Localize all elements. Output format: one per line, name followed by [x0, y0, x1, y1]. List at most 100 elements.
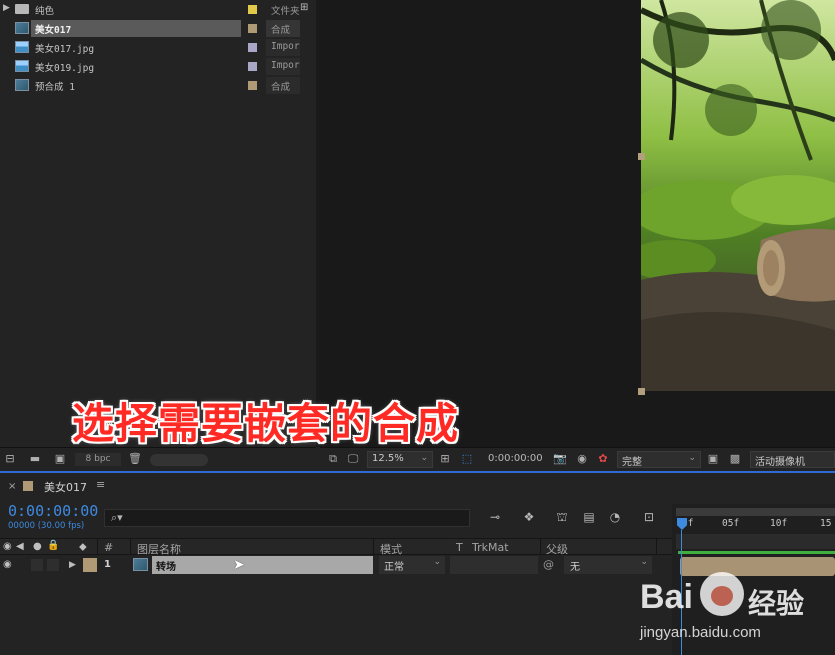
composition-icon [15, 79, 29, 91]
col-layer-name[interactable]: 图层名称 [137, 541, 181, 557]
solo-switch[interactable] [47, 559, 59, 571]
video-visibility-icon[interactable]: ◉ [3, 559, 12, 570]
grid-overlay-icon[interactable]: ▩ [728, 453, 742, 465]
project-item-type: 合成 [271, 25, 291, 36]
viewer-timecode[interactable]: 0:00:00:00 [488, 453, 543, 464]
label-swatch[interactable] [248, 24, 257, 33]
image-file-icon [15, 41, 29, 53]
layer-name[interactable]: 转场 [156, 558, 176, 573]
watermark-url: jingyan.baidu.com [640, 624, 761, 641]
col-parent[interactable]: 父级 [546, 541, 568, 557]
color-channels-icon[interactable]: ✿ [596, 453, 610, 465]
motion-blur-icon[interactable]: ◔ [606, 509, 624, 525]
transform-handle[interactable] [638, 153, 645, 160]
layer-number: 1 [104, 559, 111, 570]
project-item-type: Impor [271, 41, 300, 52]
project-toolbar: ⊟ ▬ ▣ 8 bpc 🗑 [0, 447, 316, 471]
col-trkmat[interactable]: TrkMat [472, 541, 509, 554]
mode-dropdown[interactable]: 正常 ⌄ [379, 556, 445, 574]
col-number[interactable]: # [104, 541, 113, 554]
project-item-comp[interactable]: 美女017 合成 [0, 19, 316, 38]
always-preview-icon[interactable]: ⧉ [326, 453, 340, 465]
eye-icon[interactable]: ◉ [3, 541, 12, 552]
layer-row[interactable]: ◉ ▶ 1 转场 ➤ 正常 ⌄ @ 无 ⌄ [0, 556, 672, 576]
interpret-footage-icon[interactable]: ⊟ [3, 453, 17, 465]
col-mode[interactable]: 模式 [380, 541, 402, 557]
trash-icon[interactable]: 🗑 [128, 453, 142, 465]
expand-triangle-icon[interactable]: ▶ [3, 3, 10, 13]
label-tag-icon[interactable]: ⬥ [79, 540, 87, 554]
layer-label-color[interactable] [83, 558, 97, 572]
show-channel-icon[interactable]: ◉ [575, 453, 589, 465]
current-time-display[interactable]: 0:00:00:00 [8, 502, 98, 520]
work-area-bar[interactable] [676, 508, 835, 516]
project-item-name: 纯色 [35, 6, 55, 17]
audio-icon[interactable]: ◀ [16, 541, 24, 552]
lock-icon[interactable]: 🔒 [47, 540, 59, 551]
transform-handle[interactable] [638, 388, 645, 395]
tab-menu-icon[interactable]: ≡ [96, 478, 105, 491]
frame-rate-label: 00000 (30.00 fps) [8, 521, 85, 531]
shy-layers-icon[interactable]: ⛫ [553, 509, 571, 525]
viewer-toolbar: ⧉ 🖵 12.5% ⌄ ⊞ ⬚ 0:00:00:00 📷 ◉ ✿ 完整 ⌄ ▣ ▩ … [320, 447, 835, 471]
layer-name-field[interactable] [152, 556, 373, 574]
folder-icon [15, 4, 29, 14]
layer-duration-top [678, 551, 835, 554]
monitor-icon[interactable]: 🖵 [346, 453, 360, 465]
baidu-paw-center [711, 586, 733, 606]
layer-search-input[interactable]: ⌕▾ [104, 509, 470, 527]
camera-dropdown[interactable]: 活动摄像机 [750, 451, 835, 468]
fast-preview-icon[interactable]: ▣ [706, 453, 720, 465]
audio-switch[interactable] [31, 559, 43, 571]
parent-dropdown[interactable]: 无 ⌄ [564, 556, 652, 574]
search-icon: ⌕▾ [111, 511, 123, 524]
frame-blending-icon[interactable]: ▤ [580, 509, 598, 525]
project-item-folder[interactable]: ▶ 纯色 文件夹 ⊞ [0, 0, 316, 19]
new-composition-icon[interactable]: ▣ [53, 453, 67, 465]
project-item-name: 美女017.jpg [35, 44, 95, 55]
bpc-button[interactable]: 8 bpc [75, 453, 121, 466]
ruler-tick: 15 [820, 518, 832, 529]
trkmat-dropdown[interactable] [450, 556, 538, 574]
camera-icon[interactable]: 📷 [553, 453, 567, 465]
transparency-grid-icon[interactable]: ⬚ [460, 453, 474, 465]
composition-layer-icon [133, 558, 148, 571]
expand-layer-icon[interactable]: ▶ [69, 560, 76, 570]
graph-editor-icon[interactable]: ⊡ [640, 509, 658, 525]
project-item-name: 美女017 [35, 25, 72, 36]
project-item-type: Impor [271, 60, 300, 71]
composition-flowchart-icon[interactable]: ⊸ [486, 509, 504, 525]
region-of-interest-icon[interactable]: ⊞ [438, 453, 452, 465]
watermark: Bai 经验 jingyan.baidu.com [640, 566, 835, 651]
resolution-dropdown[interactable]: 完整 ⌄ [617, 451, 701, 468]
solo-icon[interactable]: ● [33, 541, 42, 552]
label-swatch[interactable] [248, 62, 257, 71]
project-item-name: 美女019.jpg [35, 63, 95, 74]
draft-3d-icon[interactable]: ❖ [520, 509, 538, 525]
label-swatch[interactable] [248, 81, 257, 90]
comp-label-swatch [23, 481, 33, 491]
project-panel: ▶ 纯色 文件夹 ⊞ 美女017 合成 美女017.jpg Impor 美女01… [0, 0, 316, 447]
mouse-cursor-icon: ➤ [233, 557, 245, 573]
label-swatch[interactable] [248, 5, 257, 14]
baidu-brand-text: Bai [640, 578, 693, 616]
composition-image [641, 0, 835, 391]
project-item-comp[interactable]: 预合成 1 合成 [0, 76, 316, 95]
annotation-text: 选择需要嵌套的合成 [72, 399, 460, 448]
project-item-image[interactable]: 美女019.jpg Impor [0, 57, 316, 76]
ruler-tick: 05f [722, 518, 740, 529]
pick-whip-icon[interactable]: @ [543, 558, 554, 571]
project-item-type: 文件夹 [271, 6, 300, 17]
tab-comp[interactable]: 美女017 [44, 479, 87, 495]
new-folder-icon[interactable]: ▬ [28, 453, 42, 465]
project-item-type: 合成 [271, 82, 291, 93]
close-tab-icon[interactable]: × [8, 481, 16, 492]
col-t[interactable]: T [456, 541, 463, 554]
ruler-tick: 10f [770, 518, 788, 529]
zoom-dropdown[interactable]: 12.5% ⌄ [367, 451, 433, 468]
label-swatch[interactable] [248, 43, 257, 52]
scroll-slider[interactable] [150, 454, 208, 466]
project-item-image[interactable]: 美女017.jpg Impor [0, 38, 316, 57]
flowchart-icon[interactable]: ⊞ [300, 2, 308, 13]
timeline-tab-bar: × 美女017 ≡ [0, 473, 835, 499]
